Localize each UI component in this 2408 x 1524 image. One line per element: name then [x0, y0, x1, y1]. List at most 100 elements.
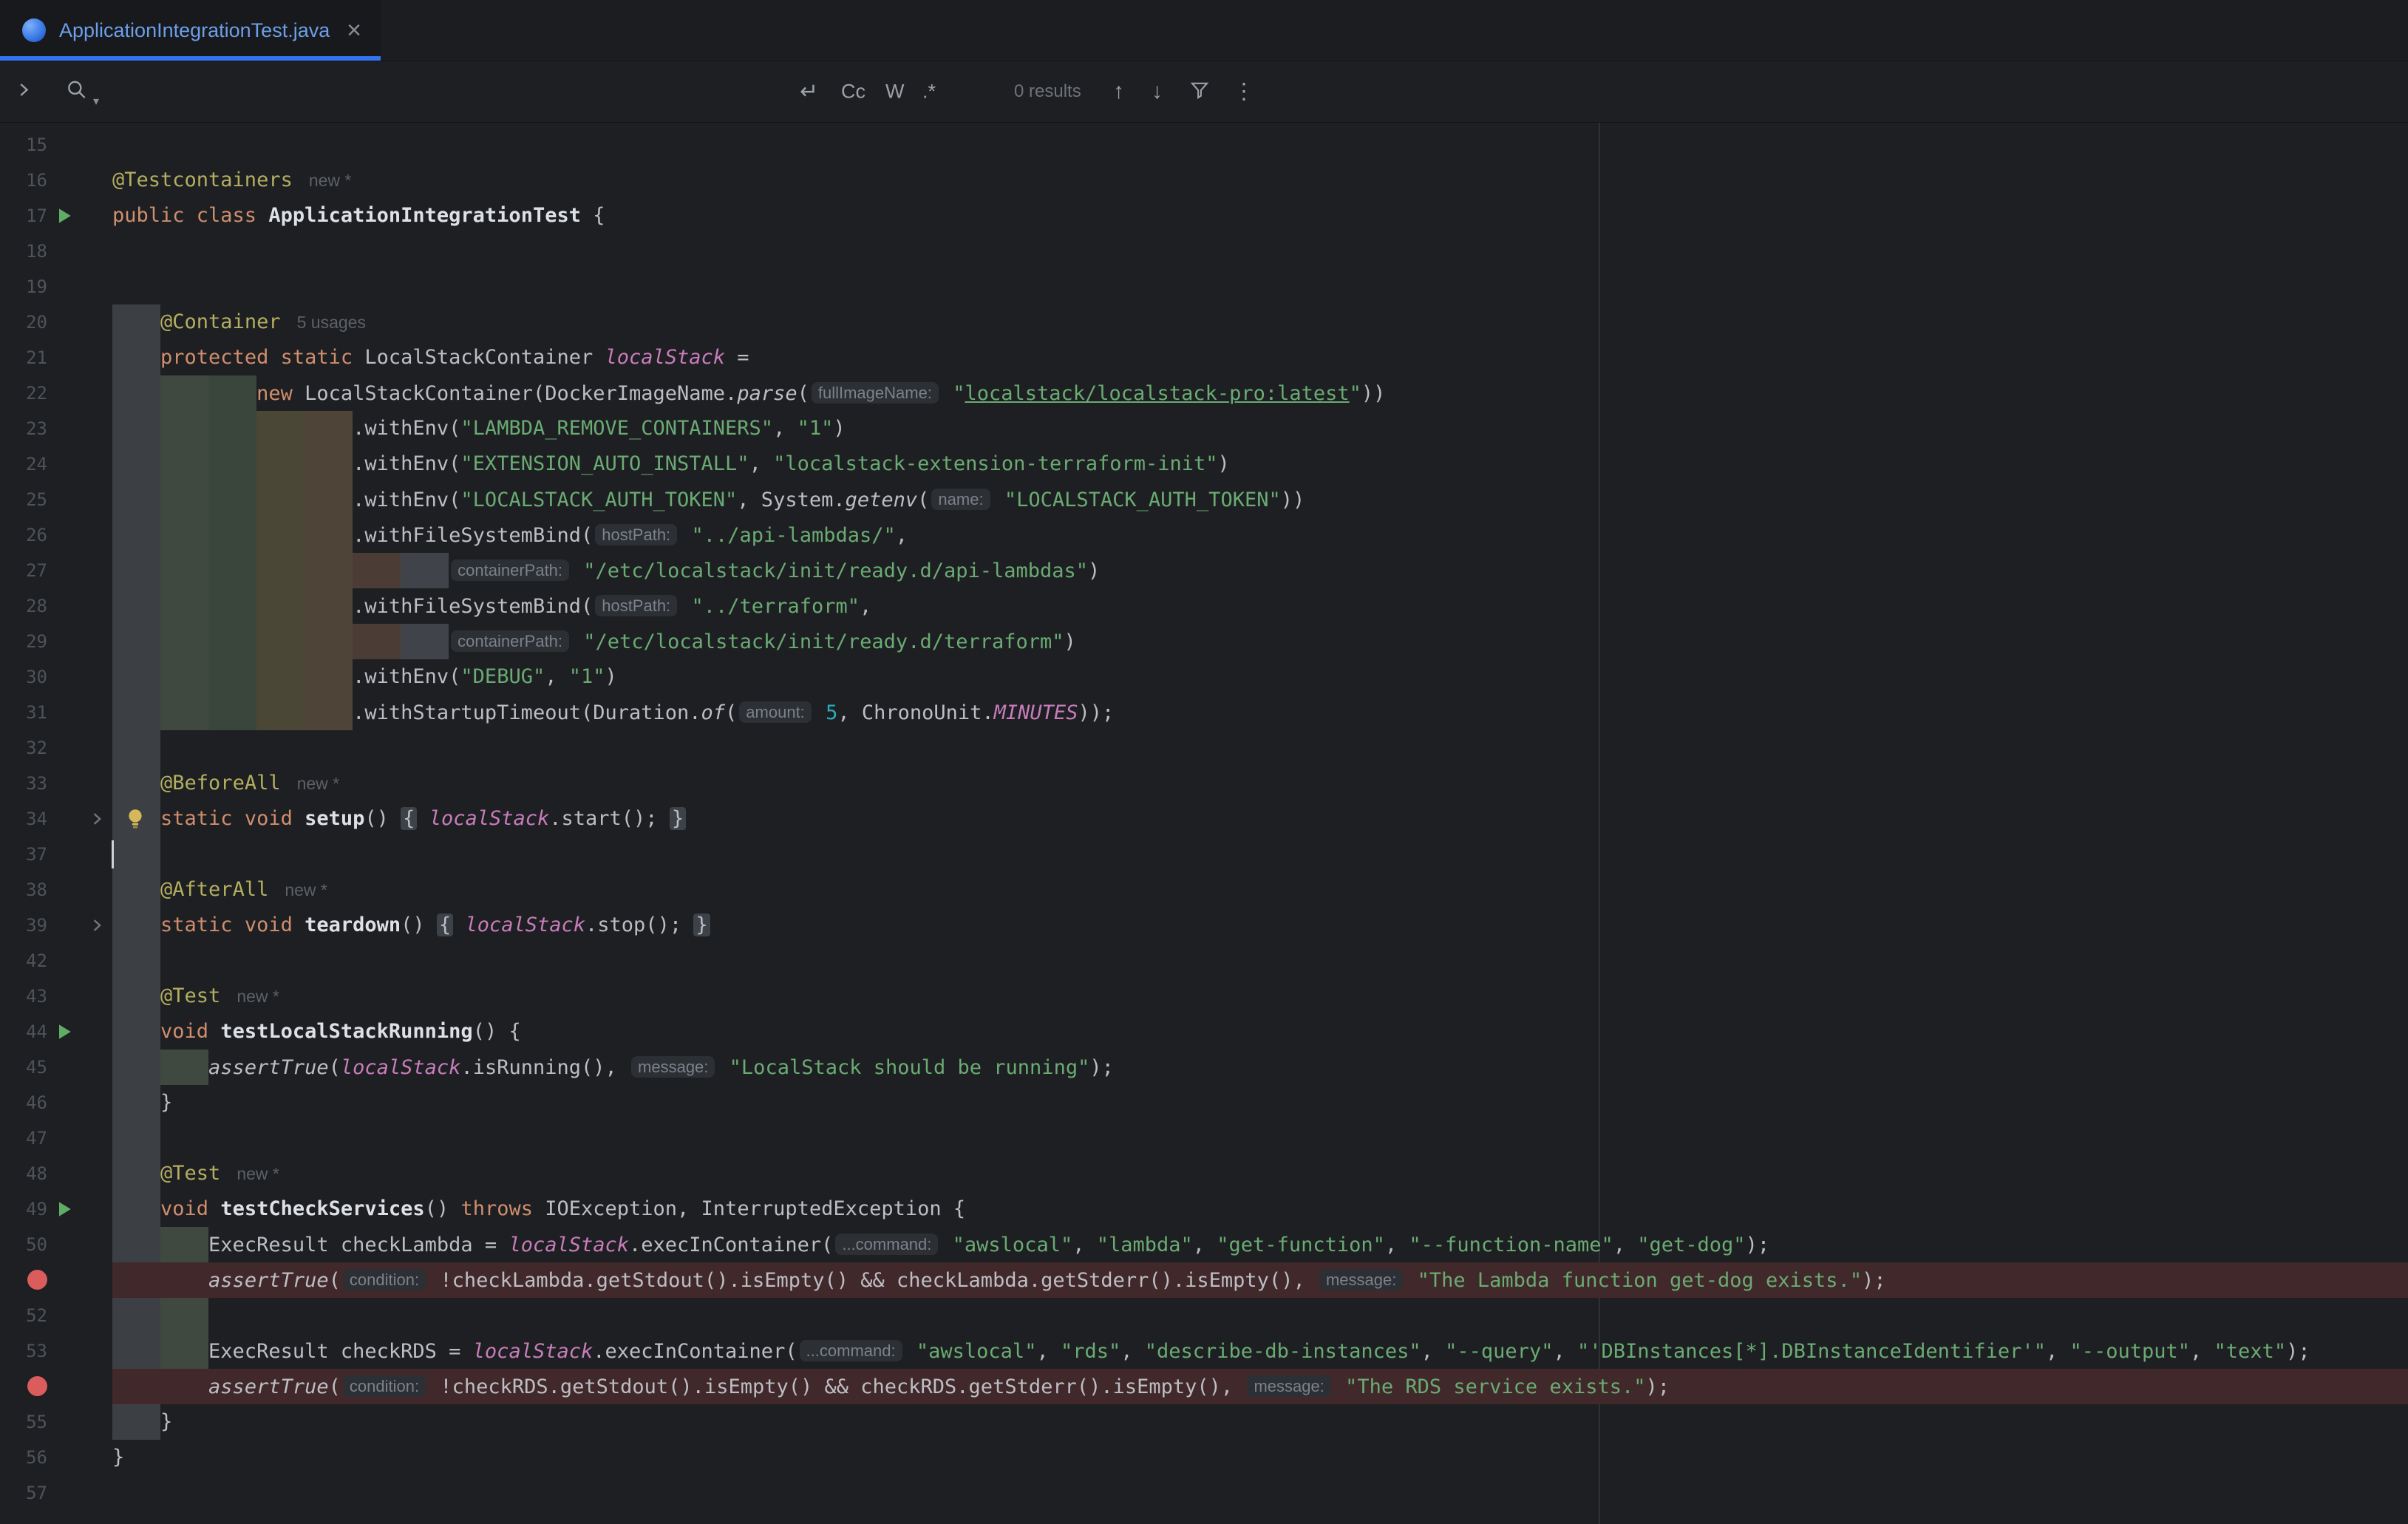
- gutter[interactable]: 43: [0, 979, 112, 1014]
- gutter[interactable]: 39: [0, 908, 112, 943]
- code-line[interactable]: 19: [0, 269, 2408, 305]
- code-line[interactable]: 39 static void teardown() { localStack.s…: [0, 908, 2408, 943]
- match-case-button[interactable]: Cc: [841, 81, 865, 103]
- code-line[interactable]: 56}: [0, 1440, 2408, 1475]
- gutter[interactable]: 34: [0, 801, 112, 837]
- next-occurrence-icon[interactable]: ↓: [1152, 79, 1163, 104]
- gutter[interactable]: 23: [0, 411, 112, 446]
- editor-tab[interactable]: ApplicationIntegrationTest.java ×: [0, 0, 381, 61]
- gutter[interactable]: 16: [0, 163, 112, 198]
- code-line[interactable]: 29 containerPath: "/etc/localstack/init/…: [0, 624, 2408, 659]
- gutter[interactable]: 48: [0, 1156, 112, 1191]
- gutter[interactable]: 55: [0, 1404, 112, 1440]
- intention-bulb-icon[interactable]: [124, 807, 146, 831]
- code-line[interactable]: 24 .withEnv("EXTENSION_AUTO_INSTALL", "l…: [0, 446, 2408, 482]
- run-test-icon[interactable]: [54, 1199, 75, 1219]
- code-line[interactable]: 18: [0, 234, 2408, 269]
- gutter[interactable]: 50: [0, 1227, 112, 1262]
- code-line[interactable]: 32: [0, 730, 2408, 766]
- code-line[interactable]: 22 new LocalStackContainer(DockerImageNa…: [0, 375, 2408, 411]
- gutter[interactable]: 57: [0, 1475, 112, 1511]
- fold-region-icon[interactable]: [89, 811, 105, 827]
- code-line[interactable]: 20 @Container5 usages: [0, 305, 2408, 340]
- breakpoint-icon[interactable]: [27, 1376, 47, 1396]
- code-line[interactable]: 34 static void setup() { localStack.star…: [0, 801, 2408, 837]
- code-line[interactable]: 26 .withFileSystemBind(hostPath: "../api…: [0, 517, 2408, 553]
- gutter[interactable]: [0, 1262, 112, 1298]
- breakpoint-icon[interactable]: [27, 1270, 47, 1290]
- code-line[interactable]: 17public class ApplicationIntegrationTes…: [0, 198, 2408, 234]
- previous-occurrence-icon[interactable]: ↑: [1113, 79, 1124, 104]
- search-history-dropdown-icon[interactable]: ▾: [93, 94, 99, 109]
- code-line[interactable]: 21 protected static LocalStackContainer …: [0, 340, 2408, 375]
- gutter[interactable]: 18: [0, 234, 112, 269]
- code-line[interactable]: 28 .withFileSystemBind(hostPath: "../ter…: [0, 588, 2408, 624]
- gutter[interactable]: 53: [0, 1333, 112, 1369]
- code-line[interactable]: 46 }: [0, 1085, 2408, 1120]
- code-line[interactable]: 23 .withEnv("LAMBDA_REMOVE_CONTAINERS", …: [0, 411, 2408, 446]
- code-line[interactable]: 57: [0, 1475, 2408, 1511]
- code-line[interactable]: 47: [0, 1120, 2408, 1156]
- filter-icon[interactable]: [1188, 79, 1211, 105]
- gutter[interactable]: 44: [0, 1014, 112, 1050]
- code-line[interactable]: 52: [0, 1298, 2408, 1333]
- gutter[interactable]: 37: [0, 837, 112, 872]
- code-line[interactable]: 38 @AfterAllnew *: [0, 872, 2408, 908]
- expand-to-replace-icon[interactable]: [15, 81, 33, 103]
- code-line[interactable]: 48 @Testnew *: [0, 1156, 2408, 1191]
- run-test-icon[interactable]: [54, 205, 75, 226]
- gutter[interactable]: 38: [0, 872, 112, 908]
- gutter[interactable]: 26: [0, 517, 112, 553]
- gutter[interactable]: 31: [0, 695, 112, 730]
- gutter[interactable]: 22: [0, 375, 112, 411]
- whole-words-button[interactable]: W: [885, 81, 904, 103]
- gutter[interactable]: 30: [0, 659, 112, 695]
- code-line[interactable]: 33 @BeforeAllnew *: [0, 766, 2408, 801]
- gutter[interactable]: 45: [0, 1050, 112, 1085]
- code-line[interactable]: assertTrue(condition: !checkRDS.getStdou…: [0, 1369, 2408, 1404]
- gutter[interactable]: 19: [0, 269, 112, 305]
- code-line[interactable]: 53 ExecResult checkRDS = localStack.exec…: [0, 1333, 2408, 1369]
- search-icon[interactable]: [65, 78, 89, 106]
- gutter[interactable]: 33: [0, 766, 112, 801]
- code-line[interactable]: 30 .withEnv("DEBUG", "1"): [0, 659, 2408, 695]
- code-line[interactable]: 37: [0, 837, 2408, 872]
- code-line[interactable]: 16@Testcontainersnew *: [0, 163, 2408, 198]
- gutter[interactable]: 32: [0, 730, 112, 766]
- code-line[interactable]: 15: [0, 127, 2408, 163]
- gutter[interactable]: 28: [0, 588, 112, 624]
- code-line[interactable]: 49 void testCheckServices() throws IOExc…: [0, 1191, 2408, 1227]
- gutter[interactable]: 27: [0, 553, 112, 588]
- code-line[interactable]: assertTrue(condition: !checkLambda.getSt…: [0, 1262, 2408, 1298]
- newline-icon[interactable]: ↵: [800, 79, 818, 105]
- code-line[interactable]: 50 ExecResult checkLambda = localStack.e…: [0, 1227, 2408, 1262]
- code-line[interactable]: 31 .withStartupTimeout(Duration.of(amoun…: [0, 695, 2408, 730]
- code-line[interactable]: 27 containerPath: "/etc/localstack/init/…: [0, 553, 2408, 588]
- code-line[interactable]: 43 @Testnew *: [0, 979, 2408, 1014]
- gutter[interactable]: 42: [0, 943, 112, 979]
- gutter[interactable]: 24: [0, 446, 112, 482]
- gutter[interactable]: 46: [0, 1085, 112, 1120]
- gutter[interactable]: [0, 1369, 112, 1404]
- gutter[interactable]: 29: [0, 624, 112, 659]
- more-options-icon[interactable]: ⋮: [1233, 79, 1255, 105]
- gutter[interactable]: 21: [0, 340, 112, 375]
- gutter[interactable]: 56: [0, 1440, 112, 1475]
- code-line[interactable]: 44 void testLocalStackRunning() {: [0, 1014, 2408, 1050]
- code-line[interactable]: 45 assertTrue(localStack.isRunning(), me…: [0, 1050, 2408, 1085]
- search-input[interactable]: [126, 70, 779, 115]
- gutter[interactable]: 52: [0, 1298, 112, 1333]
- code-line[interactable]: 55 }: [0, 1404, 2408, 1440]
- code-line[interactable]: 42: [0, 943, 2408, 979]
- gutter[interactable]: 15: [0, 127, 112, 163]
- tab-close-icon[interactable]: ×: [347, 18, 361, 43]
- gutter[interactable]: 17: [0, 198, 112, 234]
- gutter[interactable]: 20: [0, 305, 112, 340]
- fold-region-icon[interactable]: [89, 917, 105, 933]
- gutter[interactable]: 47: [0, 1120, 112, 1156]
- gutter[interactable]: 49: [0, 1191, 112, 1227]
- regex-button[interactable]: .*: [922, 81, 936, 103]
- gutter[interactable]: 25: [0, 482, 112, 517]
- run-test-icon[interactable]: [54, 1021, 75, 1042]
- code-line[interactable]: 25 .withEnv("LOCALSTACK_AUTH_TOKEN", Sys…: [0, 482, 2408, 517]
